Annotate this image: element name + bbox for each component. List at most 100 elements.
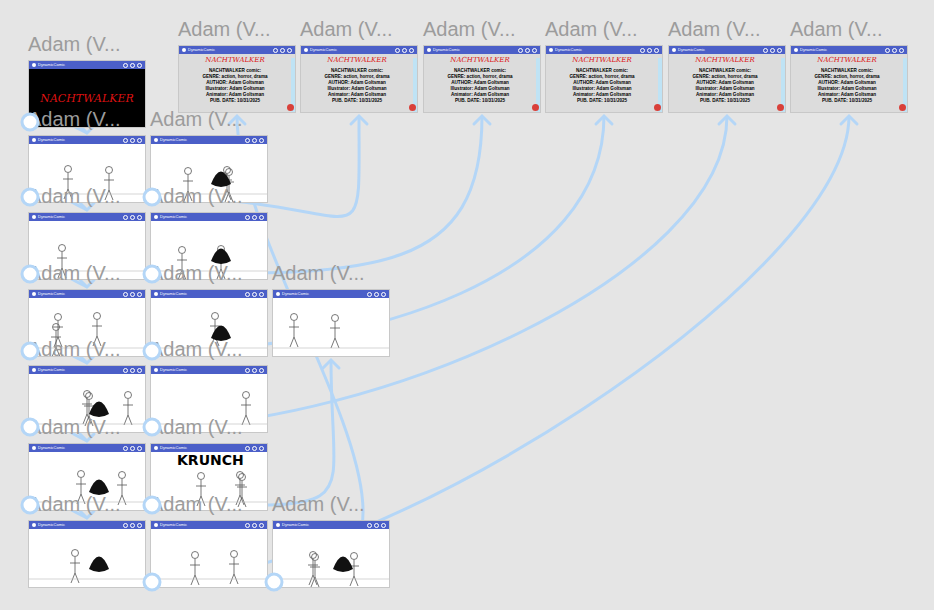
frame-label[interactable]: Adam (V... xyxy=(28,262,121,284)
user-icon[interactable] xyxy=(137,368,142,373)
search-icon[interactable] xyxy=(252,292,257,297)
search-icon[interactable] xyxy=(647,48,652,53)
comic-frame[interactable]: DynamicComicNACHTWALKERNACHTWALKER comic… xyxy=(790,45,908,113)
search-icon[interactable] xyxy=(892,48,897,53)
user-icon[interactable] xyxy=(137,138,142,143)
user-icon[interactable] xyxy=(287,48,292,53)
user-icon[interactable] xyxy=(137,446,142,451)
frame-label[interactable]: Adam (V... xyxy=(150,262,243,284)
user-icon[interactable] xyxy=(409,48,414,53)
info-icon[interactable] xyxy=(123,215,128,220)
frame-label[interactable]: Adam (V... xyxy=(272,262,365,284)
frame-label[interactable]: Adam (V... xyxy=(272,493,365,515)
user-icon[interactable] xyxy=(137,292,142,297)
frame-label[interactable]: Adam (V... xyxy=(300,18,393,40)
info-icon[interactable] xyxy=(640,48,645,53)
comic-frame[interactable]: DynamicComicNACHTWALKERNACHTWALKER comic… xyxy=(668,45,786,113)
frame-label[interactable]: Adam (V... xyxy=(150,338,243,360)
search-icon[interactable] xyxy=(252,368,257,373)
record-dot-icon[interactable] xyxy=(654,104,661,111)
frame-label[interactable]: Adam (V... xyxy=(423,18,516,40)
comic-frame[interactable]: DynamicComic xyxy=(28,520,146,588)
user-icon[interactable] xyxy=(137,523,142,528)
frame-label[interactable]: Adam (V... xyxy=(668,18,761,40)
info-icon[interactable] xyxy=(518,48,523,53)
search-icon[interactable] xyxy=(130,138,135,143)
comic-frame[interactable]: DynamicComicNACHTWALKERNACHTWALKER comic… xyxy=(178,45,296,113)
info-icon[interactable] xyxy=(245,292,250,297)
user-icon[interactable] xyxy=(654,48,659,53)
info-icon[interactable] xyxy=(123,138,128,143)
comic-frame[interactable]: DynamicComicNACHTWALKERNACHTWALKER comic… xyxy=(423,45,541,113)
user-icon[interactable] xyxy=(532,48,537,53)
search-icon[interactable] xyxy=(130,446,135,451)
search-icon[interactable] xyxy=(770,48,775,53)
frame-label[interactable]: Adam (V... xyxy=(28,338,121,360)
frame-label[interactable]: Adam (V... xyxy=(28,108,121,130)
user-icon[interactable] xyxy=(259,368,264,373)
record-dot-icon[interactable] xyxy=(777,104,784,111)
info-icon[interactable] xyxy=(763,48,768,53)
user-icon[interactable] xyxy=(137,215,142,220)
info-icon[interactable] xyxy=(273,48,278,53)
user-icon[interactable] xyxy=(777,48,782,53)
search-icon[interactable] xyxy=(374,523,379,528)
frame-label[interactable]: Adam (V... xyxy=(790,18,883,40)
frame-label[interactable]: Adam (V... xyxy=(28,33,121,55)
search-icon[interactable] xyxy=(130,292,135,297)
info-icon[interactable] xyxy=(245,215,250,220)
info-icon[interactable] xyxy=(123,63,128,68)
info-icon[interactable] xyxy=(123,368,128,373)
info-icon[interactable] xyxy=(245,446,250,451)
frame-label[interactable]: Adam (V... xyxy=(28,493,121,515)
prototype-canvas[interactable]: DynamicComicNACHTWALKERAdam (V...Dynamic… xyxy=(0,0,934,610)
user-icon[interactable] xyxy=(259,446,264,451)
frame-label[interactable]: Adam (V... xyxy=(150,493,243,515)
user-icon[interactable] xyxy=(137,63,142,68)
comic-frame[interactable]: DynamicComic xyxy=(150,520,268,588)
info-icon[interactable] xyxy=(245,138,250,143)
user-icon[interactable] xyxy=(381,292,386,297)
info-icon[interactable] xyxy=(245,368,250,373)
search-icon[interactable] xyxy=(525,48,530,53)
frame-label[interactable]: Adam (V... xyxy=(178,18,271,40)
info-icon[interactable] xyxy=(123,446,128,451)
info-icon[interactable] xyxy=(123,292,128,297)
comic-frame[interactable]: DynamicComicNACHTWALKERNACHTWALKER comic… xyxy=(300,45,418,113)
user-icon[interactable] xyxy=(259,215,264,220)
search-icon[interactable] xyxy=(374,292,379,297)
record-dot-icon[interactable] xyxy=(532,104,539,111)
frame-label[interactable]: Adam (V... xyxy=(150,416,243,438)
user-icon[interactable] xyxy=(259,138,264,143)
info-icon[interactable] xyxy=(367,523,372,528)
search-icon[interactable] xyxy=(402,48,407,53)
user-icon[interactable] xyxy=(381,523,386,528)
frame-label[interactable]: Adam (V... xyxy=(545,18,638,40)
info-icon[interactable] xyxy=(395,48,400,53)
user-icon[interactable] xyxy=(259,292,264,297)
search-icon[interactable] xyxy=(252,523,257,528)
info-icon[interactable] xyxy=(885,48,890,53)
comic-frame[interactable]: DynamicComicNACHTWALKERNACHTWALKER comic… xyxy=(545,45,663,113)
info-icon[interactable] xyxy=(367,292,372,297)
search-icon[interactable] xyxy=(130,368,135,373)
comic-frame[interactable]: DynamicComic xyxy=(272,520,390,588)
frame-label[interactable]: Adam (V... xyxy=(28,416,121,438)
frame-label[interactable]: Adam (V... xyxy=(150,108,243,130)
search-icon[interactable] xyxy=(252,138,257,143)
frame-label[interactable]: Adam (V... xyxy=(150,185,243,207)
record-dot-icon[interactable] xyxy=(287,104,294,111)
search-icon[interactable] xyxy=(130,63,135,68)
user-icon[interactable] xyxy=(259,523,264,528)
search-icon[interactable] xyxy=(252,215,257,220)
record-dot-icon[interactable] xyxy=(899,104,906,111)
info-icon[interactable] xyxy=(123,523,128,528)
comic-frame[interactable]: DynamicComic xyxy=(272,289,390,357)
search-icon[interactable] xyxy=(280,48,285,53)
search-icon[interactable] xyxy=(252,446,257,451)
user-icon[interactable] xyxy=(899,48,904,53)
info-icon[interactable] xyxy=(245,523,250,528)
frame-label[interactable]: Adam (V... xyxy=(28,185,121,207)
record-dot-icon[interactable] xyxy=(409,104,416,111)
search-icon[interactable] xyxy=(130,523,135,528)
